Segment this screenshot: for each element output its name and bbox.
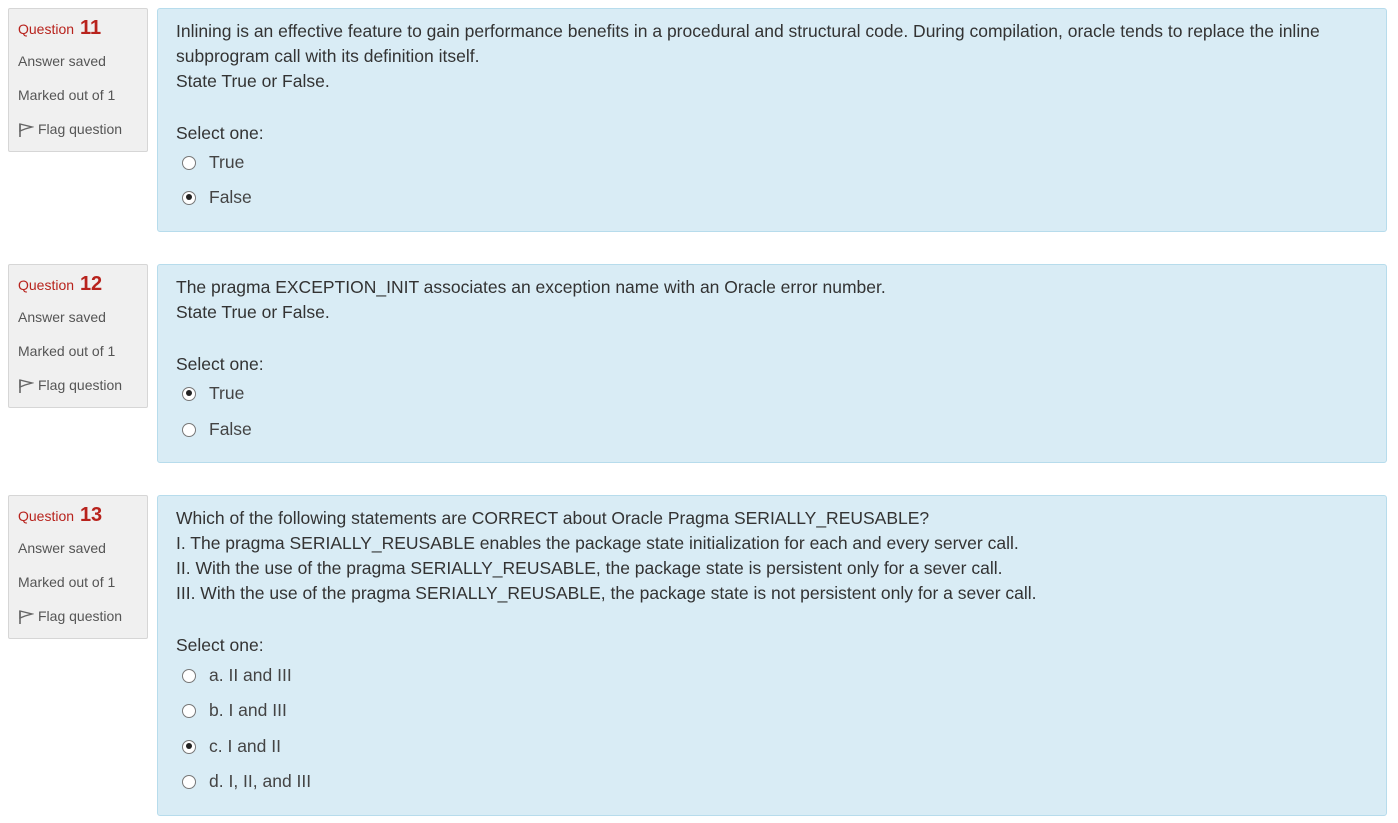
answer-option-true[interactable]: True [182, 383, 244, 404]
answer-option-label: False [209, 187, 252, 207]
flag-icon [19, 123, 35, 137]
question-number: Question 12 [18, 273, 102, 296]
question-text-line: Inlining is an effective feature to gain… [176, 21, 1320, 41]
flag-question-link[interactable]: Flag question [18, 608, 122, 625]
question-text-line: State True or False. [176, 302, 330, 322]
question-text-line: State True or False. [176, 71, 330, 91]
answer-option-label: b. I and III [209, 700, 287, 720]
flag-question-link[interactable]: Flag question [18, 121, 122, 138]
question-text: The pragma EXCEPTION_INIT associates an … [176, 275, 886, 325]
question-grade: Marked out of 1 [18, 87, 116, 103]
select-one-prompt: Select one: [176, 123, 264, 143]
answer-option-false[interactable]: False [182, 187, 252, 208]
question-info-panel: Question 11 Answer saved Marked out of 1… [8, 8, 148, 152]
question-label: Question [18, 21, 75, 37]
question-content: The pragma EXCEPTION_INIT associates an … [157, 264, 1387, 463]
answer-option-c[interactable]: c. I and II [182, 736, 281, 757]
flag-question-label: Flag question [38, 608, 123, 624]
question-text-line: The pragma EXCEPTION_INIT associates an … [176, 277, 886, 297]
question-number: Question 11 [18, 17, 101, 40]
question-label: Question [18, 508, 75, 524]
question-info-panel: Question 12 Answer saved Marked out of 1… [8, 264, 148, 408]
question-text-line: III. With the use of the pragma SERIALLY… [176, 583, 1037, 603]
question-grade: Marked out of 1 [18, 343, 116, 359]
flag-question-label: Flag question [38, 121, 123, 137]
question-state: Answer saved [18, 540, 106, 556]
answer-option-label: True [209, 383, 245, 403]
answer-option-b[interactable]: b. I and III [182, 700, 287, 721]
question-info-panel: Question 13 Answer saved Marked out of 1… [8, 495, 148, 639]
flag-question-link[interactable]: Flag question [18, 377, 122, 394]
flag-icon [19, 379, 35, 393]
question-number: Question 13 [18, 504, 102, 527]
radio-button[interactable] [182, 155, 196, 170]
question-content: Which of the following statements are CO… [157, 495, 1387, 816]
radio-button[interactable] [182, 703, 196, 718]
question-text-line: I. The pragma SERIALLY_REUSABLE enables … [176, 533, 1019, 553]
radio-button[interactable] [182, 739, 196, 754]
flag-question-label: Flag question [38, 377, 123, 393]
question-text-line: subprogram call with its definition itse… [176, 46, 480, 66]
question-number-value: 11 [79, 17, 102, 39]
question-grade: Marked out of 1 [18, 574, 116, 590]
answer-option-label: a. II and III [209, 665, 292, 685]
question-text-line: Which of the following statements are CO… [176, 508, 930, 528]
select-one-prompt: Select one: [176, 354, 264, 374]
answer-option-d[interactable]: d. I, II, and III [182, 771, 311, 792]
flag-icon [19, 610, 35, 624]
question-text: Inlining is an effective feature to gain… [176, 19, 1320, 94]
answer-option-false[interactable]: False [182, 419, 252, 440]
radio-button[interactable] [182, 190, 196, 205]
answer-option-label: False [209, 419, 252, 439]
answer-option-true[interactable]: True [182, 152, 244, 173]
question-number-value: 13 [79, 504, 103, 526]
radio-button[interactable] [182, 774, 196, 789]
question-text: Which of the following statements are CO… [176, 506, 1037, 606]
question-content: Inlining is an effective feature to gain… [157, 8, 1387, 232]
radio-button[interactable] [182, 422, 196, 437]
question-state: Answer saved [18, 309, 106, 325]
answer-option-label: d. I, II, and III [209, 771, 312, 791]
question-label: Question [18, 277, 75, 293]
answer-option-label: True [209, 152, 245, 172]
answer-option-a[interactable]: a. II and III [182, 665, 292, 686]
answer-option-label: c. I and II [209, 736, 281, 756]
radio-button[interactable] [182, 386, 196, 401]
question-state: Answer saved [18, 53, 106, 69]
select-one-prompt: Select one: [176, 635, 264, 655]
radio-button[interactable] [182, 668, 196, 683]
question-text-line: II. With the use of the pragma SERIALLY_… [176, 558, 1003, 578]
question-number-value: 12 [79, 273, 103, 295]
